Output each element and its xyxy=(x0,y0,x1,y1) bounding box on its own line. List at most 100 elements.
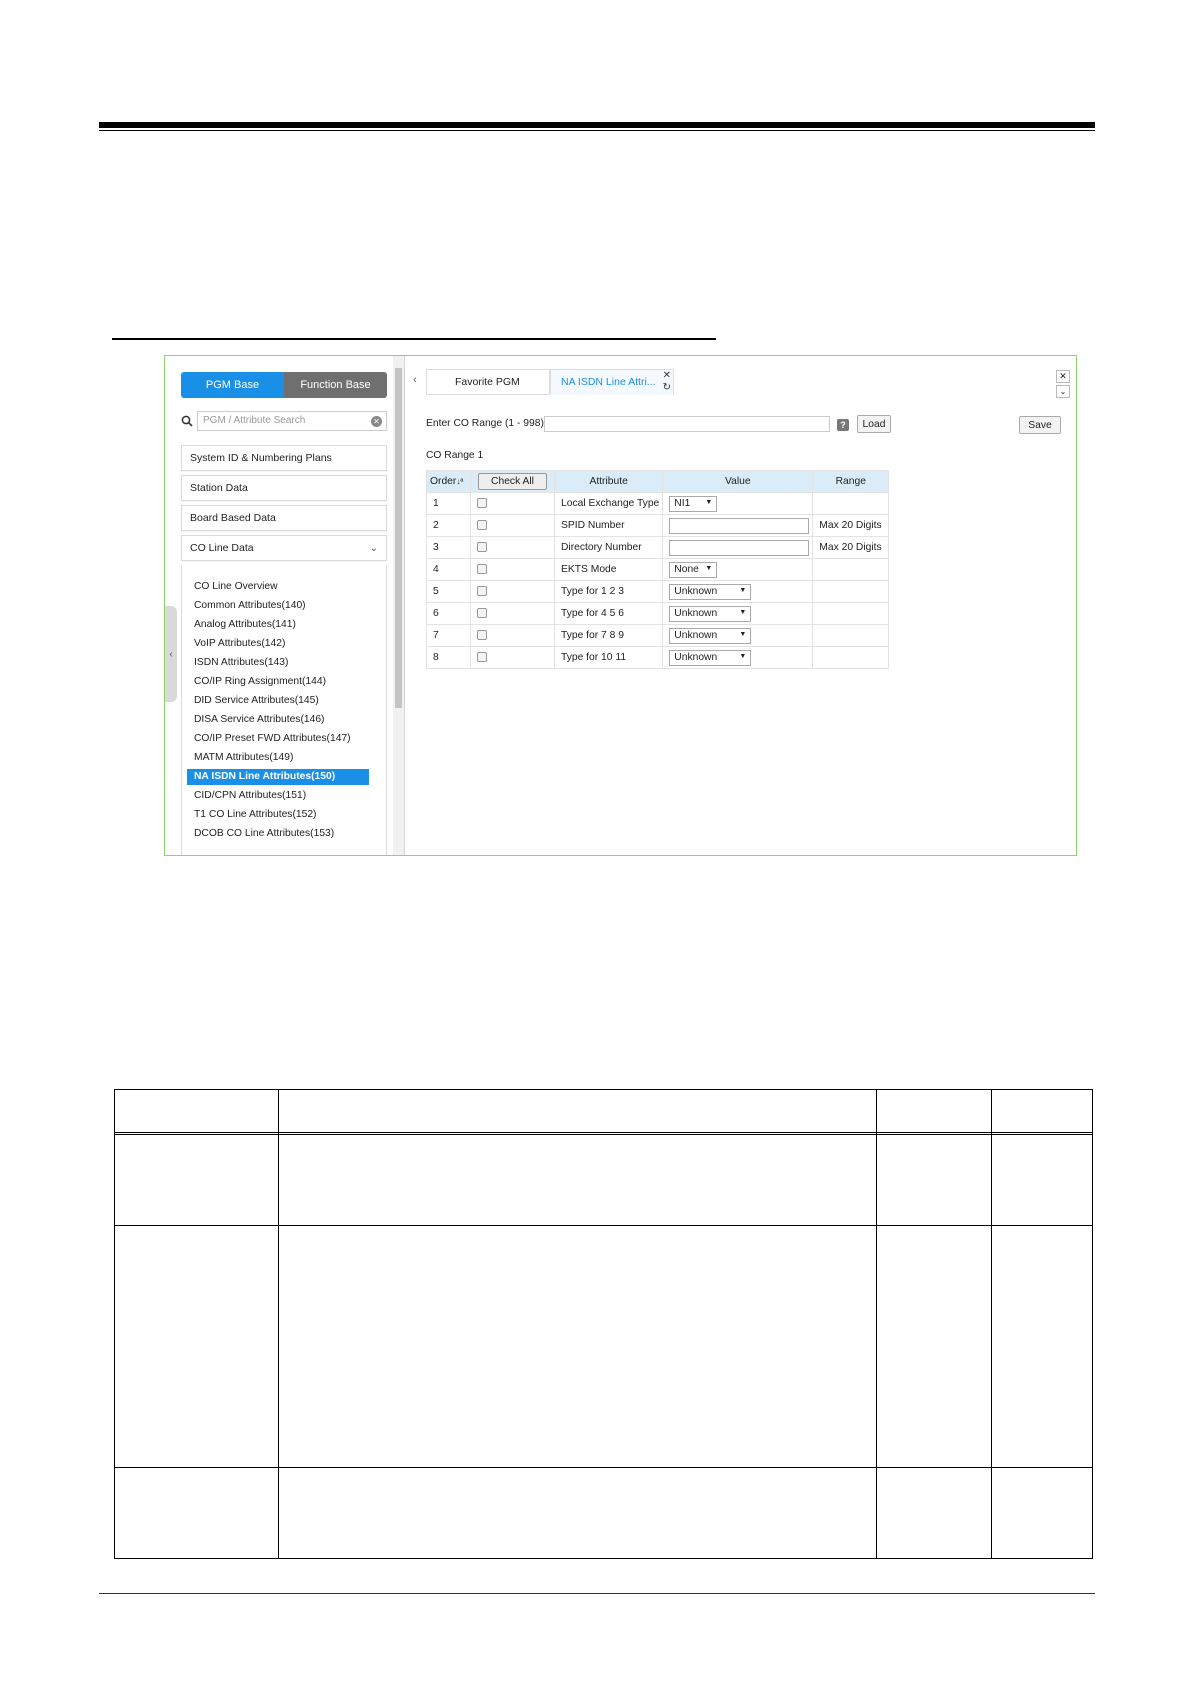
pgm-base-button[interactable]: PGM Base xyxy=(181,372,284,398)
row-checkbox[interactable] xyxy=(477,586,487,597)
menu-label: Board Based Data xyxy=(190,512,276,524)
navigation-panel: PGM Base Function Base PGM / Attribute S… xyxy=(165,356,405,855)
dropdown-arrow-icon: ▼ xyxy=(705,564,713,572)
column-header-check: Check All xyxy=(470,470,555,493)
dropdown-arrow-icon: ▼ xyxy=(739,608,747,616)
menu-system-id[interactable]: System ID & Numbering Plans xyxy=(181,445,387,471)
co-range-input[interactable] xyxy=(544,416,830,432)
row-checkbox[interactable] xyxy=(477,498,487,509)
row-order: 5 xyxy=(426,580,471,603)
help-icon[interactable]: ? xyxy=(837,419,849,431)
content-panel: ‹ Favorite PGM NA ISDN Line Attri... ✕ ↻… xyxy=(406,356,1076,855)
tab-favorite-pgm[interactable]: Favorite PGM xyxy=(426,369,550,395)
collapse-panel-handle[interactable]: ‹ xyxy=(165,606,177,702)
row-checkbox[interactable] xyxy=(477,542,487,553)
nav-scrollbar[interactable] xyxy=(393,356,404,855)
scrollbar-thumb[interactable] xyxy=(395,368,402,708)
submenu-item[interactable]: ISDN Attributes(143) xyxy=(194,655,288,671)
menu-board-based-data[interactable]: Board Based Data xyxy=(181,505,387,531)
row-checkbox[interactable] xyxy=(477,564,487,575)
row-order: 2 xyxy=(426,514,471,537)
select-value: NI1 xyxy=(674,497,691,509)
submenu-item[interactable]: CO/IP Preset FWD Attributes(147) xyxy=(194,731,351,747)
co-range-title: CO Range 1 xyxy=(426,450,484,461)
header-rule xyxy=(99,122,1095,128)
submenu-item[interactable]: T1 CO Line Attributes(152) xyxy=(194,807,316,823)
row-checkbox[interactable] xyxy=(477,630,487,641)
co-line-submenu: CO Line Overview Common Attributes(140) … xyxy=(181,565,387,855)
row-order: 6 xyxy=(426,602,471,625)
tab-na-isdn-line-attributes[interactable]: NA ISDN Line Attri... ✕ ↻ xyxy=(550,369,674,395)
menu-station-data[interactable]: Station Data xyxy=(181,475,387,501)
clear-search-icon[interactable]: ✕ xyxy=(371,416,382,427)
table-row: 3 Directory Number Max 20 Digits xyxy=(426,536,890,559)
dropdown-arrow-icon: ▼ xyxy=(739,652,747,660)
dropdown-arrow-icon: ▼ xyxy=(739,630,747,638)
type-select[interactable]: Unknown ▼ xyxy=(669,605,752,622)
close-icon[interactable]: ✕ xyxy=(1056,370,1070,383)
row-checkbox[interactable] xyxy=(477,520,487,531)
submenu-item[interactable]: Analog Attributes(141) xyxy=(194,617,296,633)
attribute-search-input[interactable]: PGM / Attribute Search ✕ xyxy=(197,411,387,431)
submenu-item[interactable]: VoIP Attributes(142) xyxy=(194,636,285,652)
type-select[interactable]: Unknown ▼ xyxy=(669,583,752,600)
close-tab-icon[interactable]: ✕ xyxy=(663,370,671,381)
column-header-range: Range xyxy=(812,470,890,493)
chevron-left-icon: ‹ xyxy=(169,648,173,660)
row-attribute: Type for 10 11 xyxy=(553,646,664,669)
submenu-item[interactable]: CO/IP Ring Assignment(144) xyxy=(194,674,326,690)
row-checkbox[interactable] xyxy=(477,652,487,663)
dropdown-arrow-icon: ▼ xyxy=(739,586,747,594)
row-attribute: Type for 4 5 6 xyxy=(553,602,664,625)
menu-co-line-data[interactable]: CO Line Data ⌄ xyxy=(181,535,387,561)
sort-icon: ↓ª xyxy=(456,477,464,486)
table-column-divider xyxy=(278,1090,279,1558)
row-order: 1 xyxy=(426,492,471,515)
chevron-down-icon: ⌄ xyxy=(369,543,378,554)
submenu-item[interactable]: CID/CPN Attributes(151) xyxy=(194,788,306,804)
table-row: 5 Type for 1 2 3 Unknown ▼ xyxy=(426,580,890,603)
chevron-down-icon[interactable]: ⌄ xyxy=(1056,385,1070,398)
co-range-label: Enter CO Range (1 - 998) : xyxy=(426,418,550,429)
table-row: 6 Type for 4 5 6 Unknown ▼ xyxy=(426,602,890,625)
row-order: 3 xyxy=(426,536,471,559)
row-attribute: Type for 7 8 9 xyxy=(553,624,664,647)
row-attribute: Directory Number xyxy=(553,536,664,559)
directory-number-input[interactable] xyxy=(669,539,810,556)
column-header-order[interactable]: Order↓ª xyxy=(426,470,471,493)
row-order: 4 xyxy=(426,558,471,581)
row-order: 8 xyxy=(426,646,471,669)
table-column-divider xyxy=(991,1090,992,1558)
row-attribute: Type for 1 2 3 xyxy=(553,580,664,603)
row-attribute: EKTS Mode xyxy=(553,558,664,581)
submenu-item[interactable]: CO Line Overview xyxy=(194,579,278,595)
ekts-mode-select[interactable]: None ▼ xyxy=(669,561,718,578)
spid-number-input[interactable] xyxy=(669,517,810,534)
tab-scroll-left-icon[interactable]: ‹ xyxy=(413,374,417,386)
function-base-button[interactable]: Function Base xyxy=(284,372,387,398)
load-button[interactable]: Load xyxy=(857,415,891,433)
table-row-divider xyxy=(115,1225,1092,1226)
type-select[interactable]: Unknown ▼ xyxy=(669,627,752,644)
check-all-button[interactable]: Check All xyxy=(478,473,547,490)
submenu-item[interactable]: MATM Attributes(149) xyxy=(194,750,293,766)
table-row: 1 Local Exchange Type NI1 ▼ xyxy=(426,492,890,515)
menu-label: System ID & Numbering Plans xyxy=(190,452,332,464)
row-checkbox[interactable] xyxy=(477,608,487,619)
row-range xyxy=(812,646,890,669)
submenu-item[interactable]: Common Attributes(140) xyxy=(194,598,306,614)
submenu-item[interactable]: DCOB CO Line Attributes(153) xyxy=(194,826,334,842)
refresh-icon[interactable]: ↻ xyxy=(663,382,671,393)
row-range xyxy=(812,492,890,515)
table-row: 2 SPID Number Max 20 Digits xyxy=(426,514,890,537)
submenu-item[interactable]: DISA Service Attributes(146) xyxy=(194,712,325,728)
submenu-item[interactable]: DID Service Attributes(145) xyxy=(194,693,319,709)
table-row-divider xyxy=(115,1467,1092,1468)
local-exchange-type-select[interactable]: NI1 ▼ xyxy=(669,495,718,512)
save-button[interactable]: Save xyxy=(1019,416,1061,434)
select-value: Unknown xyxy=(674,629,718,641)
type-select[interactable]: Unknown ▼ xyxy=(669,649,752,666)
menu-label: CO Line Data xyxy=(190,542,254,554)
submenu-item-selected[interactable]: NA ISDN Line Attributes(150) xyxy=(187,769,369,785)
row-attribute: SPID Number xyxy=(553,514,664,537)
